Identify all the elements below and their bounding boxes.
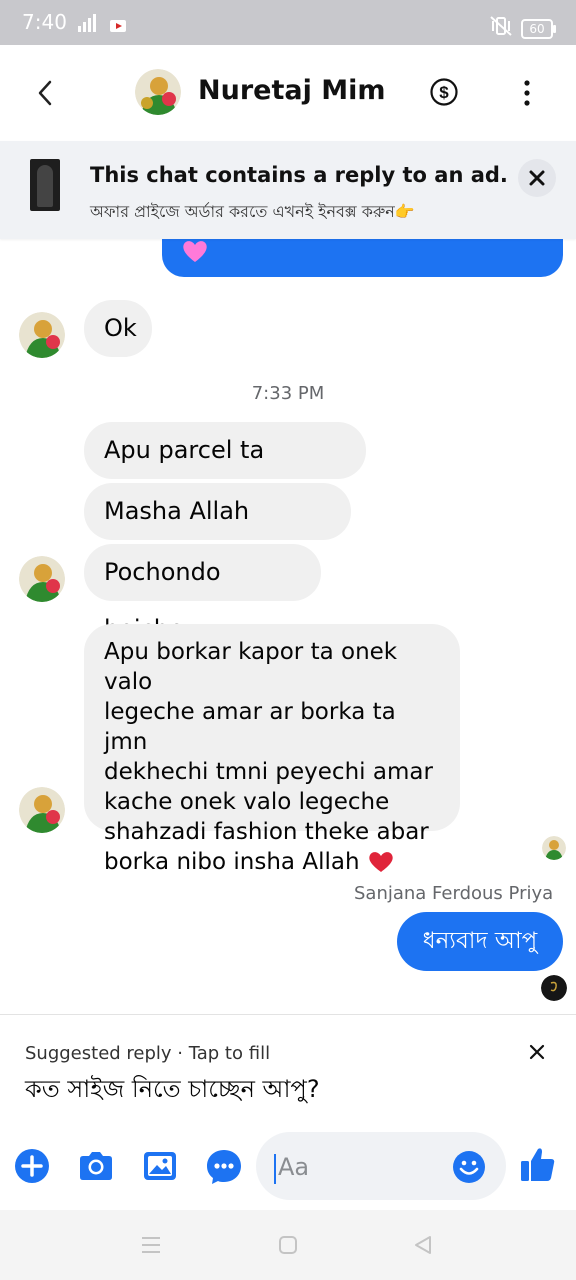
close-icon — [529, 170, 545, 186]
read-receipt-avatar — [542, 836, 566, 860]
outgoing-message-bubble[interactable]: ধন্যবাদ আপু — [397, 912, 563, 971]
suggested-reply-label: Suggested reply · Tap to fill — [25, 1043, 271, 1064]
contact-name[interactable]: Nuretaj Mim — [198, 75, 385, 106]
sender-name: Sanjana Ferdous Priya — [354, 883, 554, 904]
battery-indicator: 60 — [521, 19, 556, 39]
camera-icon[interactable] — [76, 1146, 116, 1186]
gallery-icon[interactable] — [140, 1146, 180, 1186]
message-line: Apu borkar kapor ta onek valo — [104, 639, 398, 695]
ad-close-button[interactable] — [518, 159, 556, 197]
incoming-message-bubble[interactable]: Pochondo hoiche — [84, 544, 321, 643]
vibrate-icon — [490, 16, 512, 36]
message-line: shahzadi fashion theke abar — [104, 819, 429, 845]
ad-banner-subtitle: অফার প্রাইজে অর্ডার করতে এখনই ইনবক্স করু… — [90, 202, 415, 221]
thumbs-up-icon[interactable] — [518, 1144, 558, 1184]
chat-bubble-icon[interactable] — [204, 1146, 244, 1186]
contact-avatar-small[interactable] — [19, 312, 65, 358]
back-arrow-icon[interactable] — [36, 80, 54, 106]
suggested-reply-text[interactable]: কত সাইজ নিতে চাচ্ছেন আপু? — [25, 1071, 320, 1111]
ad-banner-title: This chat contains a reply to an ad. — [90, 163, 508, 187]
suggested-reply-panel[interactable]: Suggested reply · Tap to fill কত সাইজ নি… — [0, 1014, 576, 1125]
message-input[interactable]: Aa — [256, 1132, 506, 1200]
message-line: dekhechi tmni peyechi amar — [104, 759, 433, 785]
plus-icon[interactable] — [12, 1146, 52, 1186]
emoji-icon[interactable] — [452, 1150, 486, 1184]
dollar-icon[interactable]: $ — [430, 78, 458, 106]
incoming-message-bubble[interactable]: Apu parcel ta peyechi — [84, 422, 366, 521]
system-navigation-bar — [0, 1210, 576, 1280]
contact-avatar-small[interactable] — [19, 787, 65, 833]
contact-avatar-small[interactable] — [19, 556, 65, 602]
message-line: kache onek valo legeche — [104, 789, 390, 815]
youtube-notification-icon — [110, 20, 126, 32]
more-options-icon[interactable] — [520, 78, 534, 108]
message-composer: Aa — [0, 1124, 576, 1210]
incoming-message-bubble[interactable]: Ok — [84, 300, 152, 357]
red-heart-icon — [369, 852, 393, 872]
chat-header: Nuretaj Mim $ — [0, 45, 576, 141]
back-nav-icon[interactable] — [412, 1234, 434, 1256]
status-bar: 7:40 60 — [0, 0, 576, 45]
svg-text:$: $ — [439, 83, 449, 102]
ad-thumbnail[interactable] — [30, 159, 60, 211]
contact-avatar[interactable] — [135, 69, 181, 115]
message-line: legeche amar ar borka ta jmn — [104, 699, 396, 755]
ad-reply-banner[interactable]: This chat contains a reply to an ad. অফা… — [0, 141, 576, 239]
recent-apps-icon[interactable] — [140, 1234, 162, 1256]
message-timestamp: 7:33 PM — [251, 383, 325, 404]
message-input-placeholder: Aa — [278, 1153, 310, 1181]
incoming-message-bubble[interactable]: Masha Allah Sundor — [84, 483, 351, 582]
pink-heart-icon — [183, 241, 207, 262]
text-cursor — [274, 1154, 276, 1184]
status-time: 7:40 — [22, 10, 67, 34]
message-line: borka nibo insha Allah — [104, 847, 440, 877]
message-text: Ok — [104, 314, 137, 342]
home-icon[interactable] — [277, 1234, 299, 1256]
sender-avatar-small — [541, 975, 567, 1001]
message-text: ধন্যবাদ আপু — [422, 928, 538, 954]
signal-icon — [78, 14, 96, 32]
close-icon[interactable] — [528, 1043, 546, 1061]
incoming-message-bubble[interactable]: Apu borkar kapor ta onek valo legeche am… — [84, 624, 460, 875]
